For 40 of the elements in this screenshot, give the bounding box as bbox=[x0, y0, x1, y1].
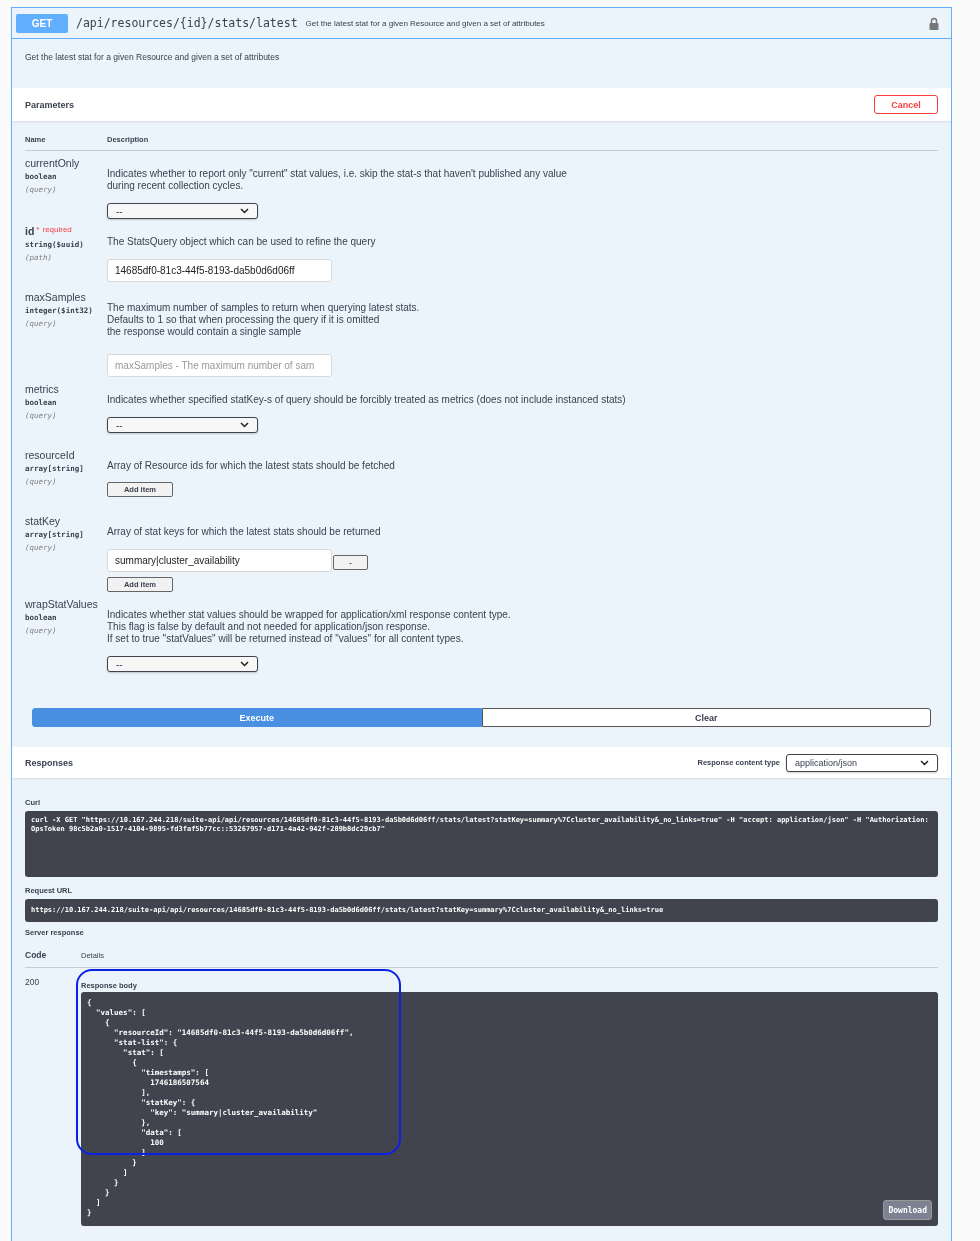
input-field[interactable]: 14685df0-81c3-44f5-8193-da5b0d6d06ff bbox=[107, 259, 332, 282]
select-dropdown[interactable]: -- bbox=[107, 656, 258, 672]
parameter-description: Indicates whether specified statKey-s of query should be forcibly treated as metrics (does not include instanced stats) bbox=[107, 394, 627, 406]
parameter-name: statKey bbox=[25, 515, 61, 527]
operation-summary: Get the latest stat for a given Resource and given a set of attributes bbox=[305, 18, 545, 28]
lock-icon[interactable] bbox=[929, 16, 939, 30]
method-badge: GET bbox=[16, 13, 68, 33]
operation-description: Get the latest stat for a given Resource and given a set of attributes bbox=[25, 52, 281, 62]
chevron-icon bbox=[240, 208, 249, 214]
parameter-description: Indicates whether stat values should be wrapped for application/xml response content type. This flag is false by default and not needed for application/json response. If set to true "statValues" will be returned instead of "values" for all content types. bbox=[107, 609, 512, 645]
parameter-name: metrics bbox=[25, 383, 59, 395]
parameter-description: The maximum number of samples to return when querying latest stats. Defaults to 1 so that when processing the query if it is omitted the response would contain a single sample bbox=[107, 302, 421, 338]
parameter-name: maxSamples bbox=[25, 291, 86, 303]
select-dropdown[interactable]: -- bbox=[107, 417, 258, 433]
chevron-icon bbox=[240, 661, 249, 667]
parameter-name: id bbox=[25, 225, 35, 237]
operation-header[interactable]: GET /api/resources/{id}/stats/latest Get the latest stat for a given Resource and given a set of attributes bbox=[12, 8, 951, 39]
endpoint-path: /api/resources/{id}/stats/latest bbox=[76, 16, 298, 30]
chevron-icon bbox=[920, 759, 929, 766]
select-dropdown[interactable]: -- bbox=[107, 203, 258, 219]
parameter-description: Indicates whether to report only "current" stat values, i.e. skip the stat-s that haven't published any value during recent collection cycles. bbox=[107, 168, 568, 192]
parameter-name: currentOnly bbox=[25, 157, 80, 169]
status-code: 200 bbox=[25, 977, 41, 989]
download-button[interactable]: Download bbox=[883, 1200, 932, 1220]
parameter-name: resourceId bbox=[25, 449, 75, 461]
parameter-description: The StatsQuery object which can be used to refine the query bbox=[107, 236, 377, 248]
input-field[interactable]: maxSamples - The maximum number of sam bbox=[107, 354, 332, 377]
input-field[interactable]: summary|cluster_availability bbox=[107, 549, 332, 572]
section-title: Responses bbox=[25, 757, 74, 768]
section-title: Parameters bbox=[25, 99, 75, 110]
cancel-button[interactable]: Cancel bbox=[874, 95, 938, 114]
chevron-icon bbox=[240, 422, 249, 428]
clear-button[interactable]: Clear bbox=[481, 708, 931, 727]
required-label: required bbox=[42, 225, 72, 234]
parameter-name: wrapStatValues bbox=[25, 598, 98, 610]
parameter-description: Array of Resource ids for which the latest stats should be fetched bbox=[107, 460, 396, 472]
column-header: Code bbox=[25, 950, 48, 960]
parameter-description: Array of stat keys for which the latest stats should be returned bbox=[107, 526, 382, 538]
select-dropdown[interactable]: application/json bbox=[786, 753, 938, 772]
required-mark: * bbox=[36, 225, 40, 234]
